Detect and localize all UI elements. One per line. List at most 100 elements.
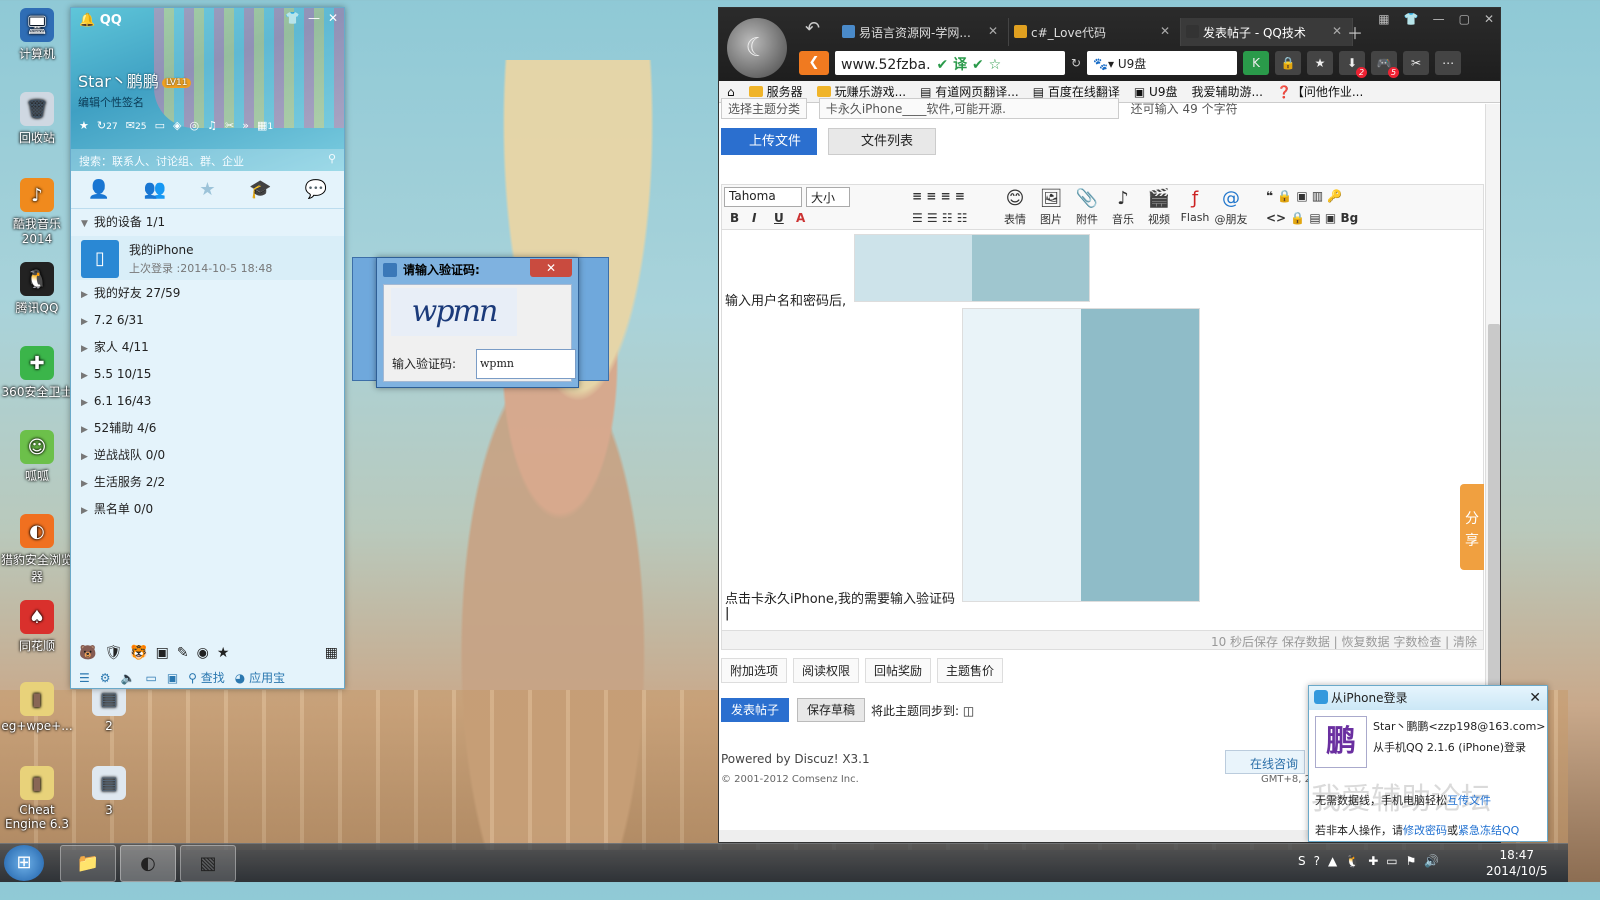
scroll-thumb[interactable] [1488,324,1500,724]
contact-group[interactable]: ▶ 我的好友 27/59 [71,280,344,307]
emoji-button[interactable]: 😊 表情 [998,187,1032,227]
contact-group[interactable]: ▶ 52辅助 4/6 [71,415,344,442]
post-thread-button[interactable]: 发表帖子 [721,698,789,722]
desktop-icon-recycle-bin[interactable]: 🗑 回收站 [0,92,74,146]
star-icon[interactable]: ★ [79,119,89,132]
pencil-icon[interactable]: ✎ [177,645,189,661]
grid-icon[interactable]: ▦ [1378,12,1389,26]
tab-messages[interactable]: 💬 [305,179,327,200]
transfer-file-link[interactable]: 互传文件 [1447,794,1491,807]
upload-file-button[interactable]: 上传文件 [721,128,817,155]
mention-button[interactable]: @ @朋友 [1214,187,1248,227]
list-icons[interactable]: ☰ ☰ ☷ ☷ [912,211,968,225]
maximize-icon[interactable]: ▢ [1459,12,1470,26]
browser-tab-active[interactable]: 发表帖子 - QQ技术 ✕ [1181,18,1353,46]
avatar[interactable]: 鹏 [1315,716,1367,768]
close-icon[interactable]: ✕ [1529,686,1541,710]
game-controller-icon[interactable]: 🎮 5 [1371,51,1400,78]
search-input[interactable]: 🐾▾ U9盘 [1087,51,1238,75]
file-list-button[interactable]: 文件列表 [828,128,936,155]
tab-contacts[interactable]: 👤 [88,179,110,200]
bookmark-item[interactable]: ❓【问他作业... [1277,83,1363,100]
minimize-icon[interactable]: — [1433,12,1445,26]
desktop-icon-egwpe[interactable]: ▮ eg+wpe+... [0,682,74,733]
shop-icon[interactable]: ◈ [173,119,181,132]
share-side-button[interactable]: 分享 [1460,484,1484,570]
contact-group[interactable]: ▶ 6.1 16/43 [71,388,344,415]
star-app-icon[interactable]: ★ [217,645,230,661]
close-icon[interactable]: ✕ [1484,12,1494,26]
qzone-sync-icon[interactable]: ◫ [963,704,974,718]
desktop-icon-3[interactable]: ▤ 3 [72,766,146,817]
k-extension-icon[interactable]: K [1243,51,1270,75]
lock-icon[interactable]: 🔒 [1275,51,1302,75]
font-color-button[interactable]: A [796,211,805,225]
size-select[interactable]: 大小 [806,187,850,207]
scissors-icon[interactable]: ✂ [1403,51,1430,75]
video-icon[interactable]: ▣ [156,645,169,661]
save-draft-button[interactable]: 保存草稿 [797,698,865,722]
flag-icon[interactable]: ⚑ [1406,854,1417,868]
option-extra[interactable]: 附加选项 [721,658,788,683]
close-icon[interactable]: ✕ [1332,24,1342,38]
autosave-bar[interactable]: 10 秒后保存 保存数据 | 恢复数据 字数检查 | 清除 [721,630,1484,650]
browser-tab[interactable]: 易语言资源网-学网... ✕ [837,18,1009,46]
contact-group[interactable]: ▶ 逆战战队 0/0 [71,442,344,469]
desktop-icon-qq[interactable]: 🐧 腾讯QQ [0,262,74,316]
more-icon[interactable]: » [242,119,249,132]
find-button[interactable]: ⚲ 查找 [188,669,225,686]
undo-icon[interactable]: ↶ [805,18,820,39]
attachment-button[interactable]: 📎 附件 [1070,187,1104,227]
qq-nickname[interactable]: Star丶鹏鹏 LV11 [78,68,192,92]
game-icon[interactable]: 🐻 [79,645,96,661]
minimize-icon[interactable]: — [308,11,320,25]
bold-button[interactable]: B [730,211,739,225]
browser-tab[interactable]: c#_Love代码 ✕ [1009,18,1181,46]
desktop-icon-guagua[interactable]: ☺ 呱呱 [0,430,74,484]
device-item-iphone[interactable]: ▯ 我的iPhone 上次登录 :2014-10-5 18:48 [71,236,344,280]
flash-button[interactable]: ƒ Flash [1178,187,1212,224]
tab-groups[interactable]: 👥 [144,179,166,200]
skin-icon[interactable]: 👕 [285,11,300,25]
tab-education[interactable]: 🎓 [249,179,271,200]
close-button[interactable]: ✕ [530,259,572,277]
close-icon[interactable]: ✕ [1160,24,1170,38]
image-button[interactable]: 🖼 图片 [1034,187,1068,227]
video-button[interactable]: 🎬 视频 [1142,187,1176,227]
url-bar[interactable]: www.52fzba. ✔ 译 ✔ ☆ [835,51,1065,75]
pet-icon[interactable]: 🐯 [130,645,147,661]
network-icon[interactable]: ▭ [1386,854,1397,868]
option-read-permission[interactable]: 阅读权限 [793,658,860,683]
desktop-icon-liebao[interactable]: ◐ 猎豹安全浏览器 [0,514,74,585]
volume-icon[interactable]: 🔈 [121,671,136,685]
contact-group[interactable]: ▼ 我的设备 1/1 [71,209,344,236]
desktop-icon-360[interactable]: ✚ 360安全卫士 [0,346,74,400]
file-folder-icon[interactable]: ▭ [145,671,156,685]
app-grid-icon[interactable]: ▦ [325,645,338,661]
taskbar-explorer[interactable]: 📁 [60,845,116,882]
close-icon[interactable]: ✕ [328,11,338,25]
taskbar-browser[interactable]: ◐ [120,845,176,882]
menu-icon[interactable]: ⋯ [1435,51,1462,75]
settings-gear-icon[interactable]: ⚙ [100,671,111,685]
contact-group[interactable]: ▶ 生活服务 2/2 [71,469,344,496]
mail-icon[interactable]: ✉25 [126,119,147,132]
windows-start-icon[interactable]: ⊞ [4,845,44,881]
freeze-qq-link[interactable]: 紧急冻结QQ [1458,824,1519,837]
reload-icon[interactable]: ↻ [1071,56,1081,70]
main-menu-icon[interactable]: ☰ [79,671,90,685]
signature-field[interactable]: 编辑个性签名 [78,94,144,110]
tools-icon[interactable]: ✂ [225,119,234,132]
italic-button[interactable]: I [752,211,756,225]
volume-icon[interactable]: 🔊 [1424,854,1439,868]
desktop-icon-tonghuashun[interactable]: ♠ 同花顺 [0,600,74,654]
music-button[interactable]: ♪ 音乐 [1106,187,1140,227]
clock[interactable]: 18:47 2014/10/5 [1486,847,1548,879]
editor-body[interactable]: 输入用户名和密码后, 点击卡永久iPhone,我的需要输入验证码 | [721,230,1484,630]
help-icon[interactable]: ? [1314,854,1320,868]
category-select[interactable]: 选择主题分类 [721,98,808,119]
desktop-icon-cheat-engine[interactable]: ▮ Cheat Engine 6.3 [0,766,74,831]
appstore-button[interactable]: ◕ 应用宝 [235,669,285,686]
back-button[interactable]: ❮ [799,51,829,75]
captcha-input[interactable]: wpmn [476,349,576,379]
